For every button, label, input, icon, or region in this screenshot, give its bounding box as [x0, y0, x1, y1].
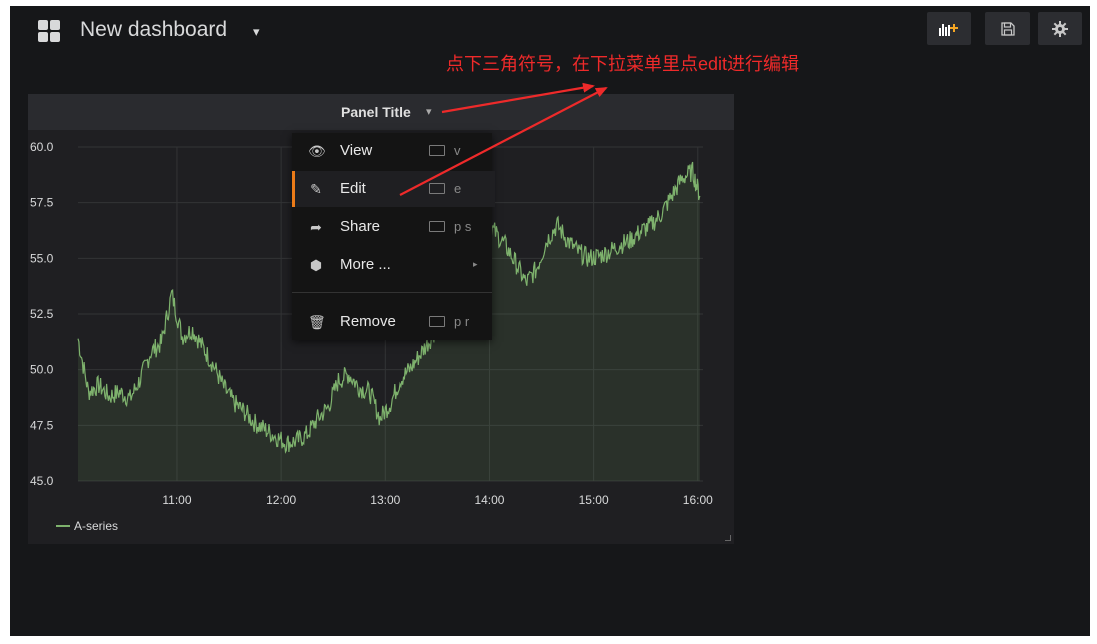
keyboard-icon	[429, 145, 445, 156]
floppy-disk-icon	[1000, 21, 1015, 36]
menu-item-label: Remove	[340, 313, 396, 330]
panel-header[interactable]: Panel Title ▾	[28, 94, 734, 130]
menu-item-more[interactable]: ⬢ More ... ▸	[292, 247, 492, 283]
y-tick-label: 45.0	[30, 474, 54, 488]
menu-item-label: Edit	[340, 180, 366, 197]
menu-item-shortcut: p s	[454, 219, 472, 234]
x-tick-label: 13:00	[370, 493, 400, 507]
menu-item-shortcut: p r	[454, 314, 470, 329]
x-tick-label: 11:00	[162, 493, 191, 507]
keyboard-icon	[429, 316, 445, 327]
keyboard-icon	[429, 183, 445, 194]
eye-icon: 👁	[308, 143, 326, 159]
menu-divider	[292, 292, 492, 293]
panel-caret-icon[interactable]: ▾	[426, 105, 432, 118]
menu-item-label: More ...	[340, 256, 391, 273]
panel-dropdown-menu: 👁 View v ✎ Edit e ➦ Share p s ⬢ More ...…	[292, 133, 495, 340]
grafana-screen: New dashboard ▾ 点下三角符号，在下拉菜单里点edit进行编辑 4…	[10, 6, 1090, 636]
trash-icon: 🗑	[308, 314, 326, 330]
settings-button[interactable]	[1038, 12, 1082, 45]
share-icon: ➦	[310, 219, 322, 235]
x-tick-label: 16:00	[683, 493, 713, 507]
chart-legend: A-series	[56, 519, 118, 533]
dashboard-grid-icon[interactable]	[38, 20, 60, 42]
submenu-arrow-icon: ▸	[473, 259, 478, 269]
dashboard-caret-icon[interactable]: ▾	[253, 24, 260, 40]
menu-item-share[interactable]: ➦ Share p s	[292, 209, 492, 245]
y-tick-label: 50.0	[30, 363, 54, 377]
add-panel-button[interactable]	[927, 12, 971, 45]
save-button[interactable]	[985, 12, 1030, 45]
x-tick-label: 14:00	[474, 493, 504, 507]
dashboard-title[interactable]: New dashboard	[80, 18, 227, 42]
y-tick-label: 55.0	[30, 251, 54, 265]
menu-item-label: Share	[340, 218, 381, 235]
cube-icon: ⬢	[309, 257, 323, 273]
x-tick-label: 15:00	[579, 493, 609, 507]
menu-item-remove[interactable]: 🗑 Remove p r	[292, 304, 492, 340]
menu-item-edit[interactable]: ✎ Edit e	[292, 171, 495, 207]
menu-item-label: View	[340, 142, 373, 159]
menu-item-shortcut: v	[454, 143, 461, 158]
panel-title[interactable]: Panel Title	[341, 104, 411, 120]
legend-swatch	[56, 525, 70, 527]
annotation-instruction: 点下三角符号，在下拉菜单里点edit进行编辑	[446, 54, 800, 74]
bar-chart-plus-icon	[939, 23, 958, 36]
y-tick-label: 52.5	[30, 307, 54, 321]
x-tick-label: 12:00	[266, 493, 296, 507]
edit-icon: ✎	[310, 181, 322, 197]
y-tick-label: 47.5	[30, 418, 54, 432]
y-tick-label: 60.0	[30, 140, 54, 154]
y-tick-label: 57.5	[30, 196, 54, 210]
menu-item-shortcut: e	[454, 181, 462, 196]
panel-resize-handle[interactable]	[725, 535, 731, 541]
menu-item-view[interactable]: 👁 View v	[292, 133, 492, 169]
keyboard-icon	[429, 221, 445, 232]
legend-item-a-series[interactable]: A-series	[74, 519, 118, 533]
gear-icon	[1052, 20, 1068, 37]
